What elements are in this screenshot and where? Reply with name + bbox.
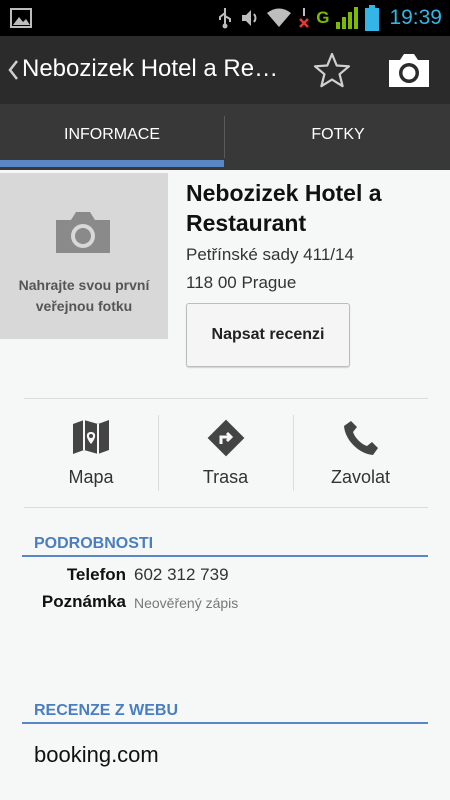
wifi-icon [267,8,292,27]
address-line-street: Petřínské sady 411/14 [186,245,354,264]
camera-icon[interactable] [386,50,432,90]
place-address: Petřínské sady 411/14 118 00 Prague [186,241,436,297]
upload-photo-placeholder[interactable]: Nahrajte svou první veřejnou fotku [0,173,168,339]
volume-icon [242,10,257,26]
selected-tab-indicator [0,160,224,167]
map-icon [73,420,109,454]
call-label: Zavolat [330,467,391,487]
action-bar: Nebozizek Hotel a Re… [0,36,450,104]
upload-photo-prompt: Nahrajte svou první veřejnou fotku [18,277,150,314]
note-row-label: Poznámka [41,592,126,611]
details-divider [22,555,428,557]
directions-button[interactable]: Trasa [158,400,293,506]
map-label: Mapa [68,467,114,487]
web-review-source-link[interactable]: booking.com [34,742,159,768]
network-type-label: G [316,8,330,27]
no-signal-icon [299,8,310,28]
phone-number[interactable]: 602 312 739 [134,565,229,585]
divider [24,398,428,399]
web-reviews-divider [22,722,428,724]
back-chevron-icon[interactable] [6,56,20,84]
page-title[interactable]: Nebozizek Hotel a Re… [22,55,284,83]
usb-icon [219,8,232,29]
place-name: Nebozizek Hotel a Restaurant [186,180,382,236]
star-icon[interactable] [312,51,352,89]
phone-icon [343,421,378,455]
directions-label: Trasa [202,467,249,487]
battery-icon [365,5,380,31]
web-reviews-heading: RECENZE Z WEBU [34,702,178,719]
signal-icon [336,7,359,29]
camera-icon [56,212,110,253]
tab-divider [224,116,225,158]
status-bar: G 19:39 [0,0,450,36]
clock: 19:39 [389,6,442,29]
phone-row-label: Telefon [66,565,126,584]
call-button[interactable]: Zavolat [293,400,428,506]
note-value: Neověřený zápis [134,595,239,611]
write-review-button[interactable]: Napsat recenzi [186,303,350,367]
divider [24,507,428,508]
tab-photos[interactable]: FOTKY [226,104,450,170]
directions-icon [207,419,244,457]
address-line-city: 118 00 Prague [186,273,297,292]
map-button[interactable]: Mapa [24,400,158,506]
gallery-icon [10,8,32,28]
details-heading: PODROBNOSTI [34,535,154,552]
action-row: Mapa Trasa Zavolat [24,400,428,506]
